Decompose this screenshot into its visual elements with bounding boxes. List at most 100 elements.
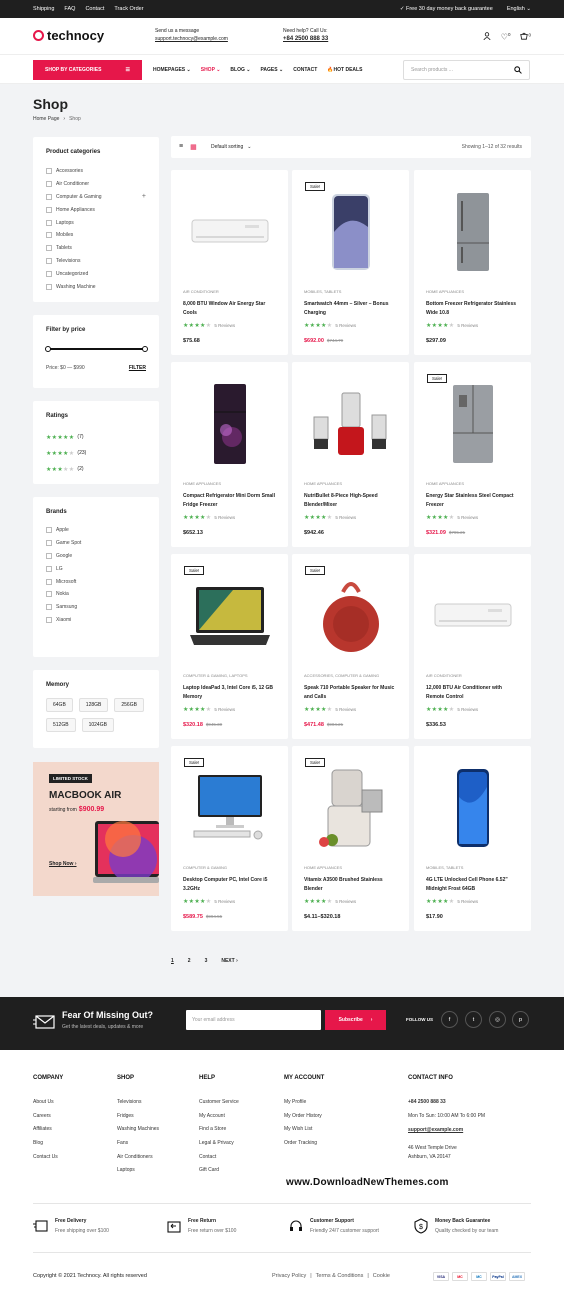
checkbox[interactable] xyxy=(46,193,52,200)
contact-phone[interactable]: +84 2500 888 33 xyxy=(408,1099,485,1113)
twitter-icon[interactable]: t xyxy=(465,1011,482,1028)
contact-email[interactable]: support@example.com xyxy=(408,1127,485,1145)
facebook-icon[interactable]: f xyxy=(441,1011,458,1028)
product-card[interactable]: Sale! MOBILES, TABLETS Smartwatch 44mm – S… xyxy=(292,170,409,355)
product-category[interactable]: HOME APPLIANCES xyxy=(304,481,399,486)
product-name[interactable]: Compact Refrigerator Mini Dorm Small Fri… xyxy=(183,492,278,509)
footer-link[interactable]: Find a Store xyxy=(199,1126,239,1140)
banner-cta[interactable]: Shop Now › xyxy=(49,861,77,867)
filter-option[interactable]: Air Conditioner xyxy=(46,178,146,191)
product-card[interactable]: Sale! HOME APPLIANCES Vitamix A3500 Brushe… xyxy=(292,746,409,931)
footer-link[interactable]: Washing Machines xyxy=(117,1126,159,1140)
filter-option[interactable]: Game Spot xyxy=(46,537,146,550)
product-card[interactable]: Sale! COMPUTER & GAMING Desktop Computer P… xyxy=(171,746,288,931)
privacy-policy-link[interactable]: Privacy Policy xyxy=(272,1273,306,1279)
filter-option[interactable]: Televisions xyxy=(46,255,146,268)
page-2[interactable]: 2 xyxy=(188,958,191,964)
footer-link[interactable]: Fans xyxy=(117,1140,159,1154)
footer-link[interactable]: Televisions xyxy=(117,1099,159,1113)
menu-pages[interactable]: PAGES ⌄ xyxy=(260,67,283,73)
filter-option[interactable]: LG xyxy=(46,562,146,575)
menu-hot-deals[interactable]: 🔥HOT DEALS xyxy=(327,67,362,73)
product-card[interactable]: MOBILES, TABLETS 4G LTE Unlocked Cell Pho… xyxy=(414,746,531,931)
product-category[interactable]: HOME APPLIANCES xyxy=(426,481,521,486)
checkbox[interactable] xyxy=(46,283,52,290)
price-slider[interactable] xyxy=(45,345,148,352)
filter-option[interactable]: Xiaomi xyxy=(46,614,146,627)
footer-link[interactable]: Affiliates xyxy=(33,1126,63,1140)
filter-option[interactable]: Uncategorized xyxy=(46,267,146,280)
cookie-link[interactable]: Cookie xyxy=(373,1273,390,1279)
product-image-blender[interactable] xyxy=(306,374,396,474)
product-name[interactable]: 4G LTE Unlocked Cell Phone 6.52" Midnigh… xyxy=(426,876,521,893)
product-image-phone[interactable] xyxy=(306,182,396,282)
pinterest-icon[interactable]: p xyxy=(512,1011,529,1028)
filter-option[interactable]: Nokia xyxy=(46,588,146,601)
page-1[interactable]: 1 xyxy=(171,958,174,964)
product-image-juicer[interactable] xyxy=(306,758,396,858)
footer-link[interactable]: My Wish List xyxy=(284,1126,324,1140)
product-name[interactable]: Smartwatch 44mm – Silver – Bonus Chargin… xyxy=(304,300,399,317)
filter-option[interactable]: Laptops xyxy=(46,216,146,229)
checkbox[interactable] xyxy=(46,232,52,239)
footer-link[interactable]: Order Tracking xyxy=(284,1140,324,1154)
filter-option[interactable]: Samsung xyxy=(46,601,146,614)
checkbox[interactable] xyxy=(46,565,52,572)
product-image-bluephone[interactable] xyxy=(428,758,518,858)
user-icon[interactable] xyxy=(483,32,491,42)
top-link-shipping[interactable]: Shipping xyxy=(33,6,54,12)
top-link-contact[interactable]: Contact xyxy=(85,6,104,12)
next-page[interactable]: NEXT › xyxy=(221,958,237,964)
promo-banner[interactable]: LIMITED STOCK MACBOOK AIR starting from $… xyxy=(33,762,159,896)
product-name[interactable]: Desktop Computer PC, Intel Core i5 3.2GH… xyxy=(183,876,278,893)
checkbox[interactable] xyxy=(46,257,52,264)
menu-contact[interactable]: CONTACT xyxy=(293,67,317,73)
footer-link[interactable]: Customer Service xyxy=(199,1099,239,1113)
subscribe-button[interactable]: Subscribe › xyxy=(325,1010,386,1030)
list-view-icon[interactable]: ≡ xyxy=(179,143,183,151)
footer-link[interactable]: About Us xyxy=(33,1099,63,1113)
product-category[interactable]: COMPUTER & GAMING xyxy=(183,865,278,870)
price-slider-max-handle[interactable] xyxy=(142,345,148,352)
product-category[interactable]: AIR CONDITIONER xyxy=(183,289,278,294)
filter-option[interactable]: Computer & Gaming + xyxy=(46,191,146,204)
product-card[interactable]: HOME APPLIANCES Compact Refrigerator Mini… xyxy=(171,362,288,547)
checkbox[interactable] xyxy=(46,270,52,277)
page-3[interactable]: 3 xyxy=(205,958,208,964)
instagram-icon[interactable]: ◎ xyxy=(489,1011,506,1028)
filter-option[interactable]: Home Appliances xyxy=(46,203,146,216)
footer-link[interactable]: Gift Card xyxy=(199,1167,239,1181)
checkbox[interactable] xyxy=(46,181,52,188)
language-select[interactable]: English ⌄ xyxy=(507,6,531,12)
filter-option[interactable]: Tablets xyxy=(46,242,146,255)
checkbox[interactable] xyxy=(46,206,52,213)
product-category[interactable]: MOBILES, TABLETS xyxy=(426,865,521,870)
product-image-doublefridge[interactable] xyxy=(428,374,518,474)
footer-link[interactable]: My Account xyxy=(199,1113,239,1127)
checkbox[interactable] xyxy=(46,219,52,226)
product-name[interactable]: NutriBullet 8-Piece High-Speed Blender/M… xyxy=(304,492,399,509)
product-category[interactable]: MOBILES, TABLETS xyxy=(304,289,399,294)
menu-blog[interactable]: BLOG ⌄ xyxy=(230,67,250,73)
footer-link[interactable]: Laptops xyxy=(117,1167,159,1181)
checkbox[interactable] xyxy=(46,591,52,598)
product-category[interactable]: ACCESSORIES, COMPUTER & GAMING xyxy=(304,673,399,678)
product-name[interactable]: Vitamix A3500 Brushed Stainless Blender xyxy=(304,876,399,893)
product-image-ac[interactable] xyxy=(428,566,518,666)
rating-filter-3[interactable]: ★★★★★ (2) xyxy=(46,461,86,477)
checkbox[interactable] xyxy=(46,578,52,585)
product-card[interactable]: Sale! COMPUTER & GAMING, LAPTOPS Laptop Id… xyxy=(171,554,288,739)
footer-link[interactable]: Contact xyxy=(199,1154,239,1168)
filter-button[interactable]: FILTER xyxy=(129,365,146,371)
price-slider-min-handle[interactable] xyxy=(45,345,51,352)
memory-option[interactable]: 512GB xyxy=(46,718,76,732)
search-input[interactable]: Search products ... xyxy=(411,67,453,73)
product-image-minifridge[interactable] xyxy=(185,374,275,474)
product-image-speaker[interactable] xyxy=(306,566,396,666)
footer-link[interactable]: Careers xyxy=(33,1113,63,1127)
product-card[interactable]: Sale! ACCESSORIES, COMPUTER & GAMING Speak… xyxy=(292,554,409,739)
rating-filter-5[interactable]: ★★★★★ (7) xyxy=(46,429,86,445)
checkbox[interactable] xyxy=(46,540,52,547)
newsletter-email-input[interactable]: Your email address xyxy=(186,1010,321,1030)
footer-link[interactable]: Contact Us xyxy=(33,1154,63,1168)
